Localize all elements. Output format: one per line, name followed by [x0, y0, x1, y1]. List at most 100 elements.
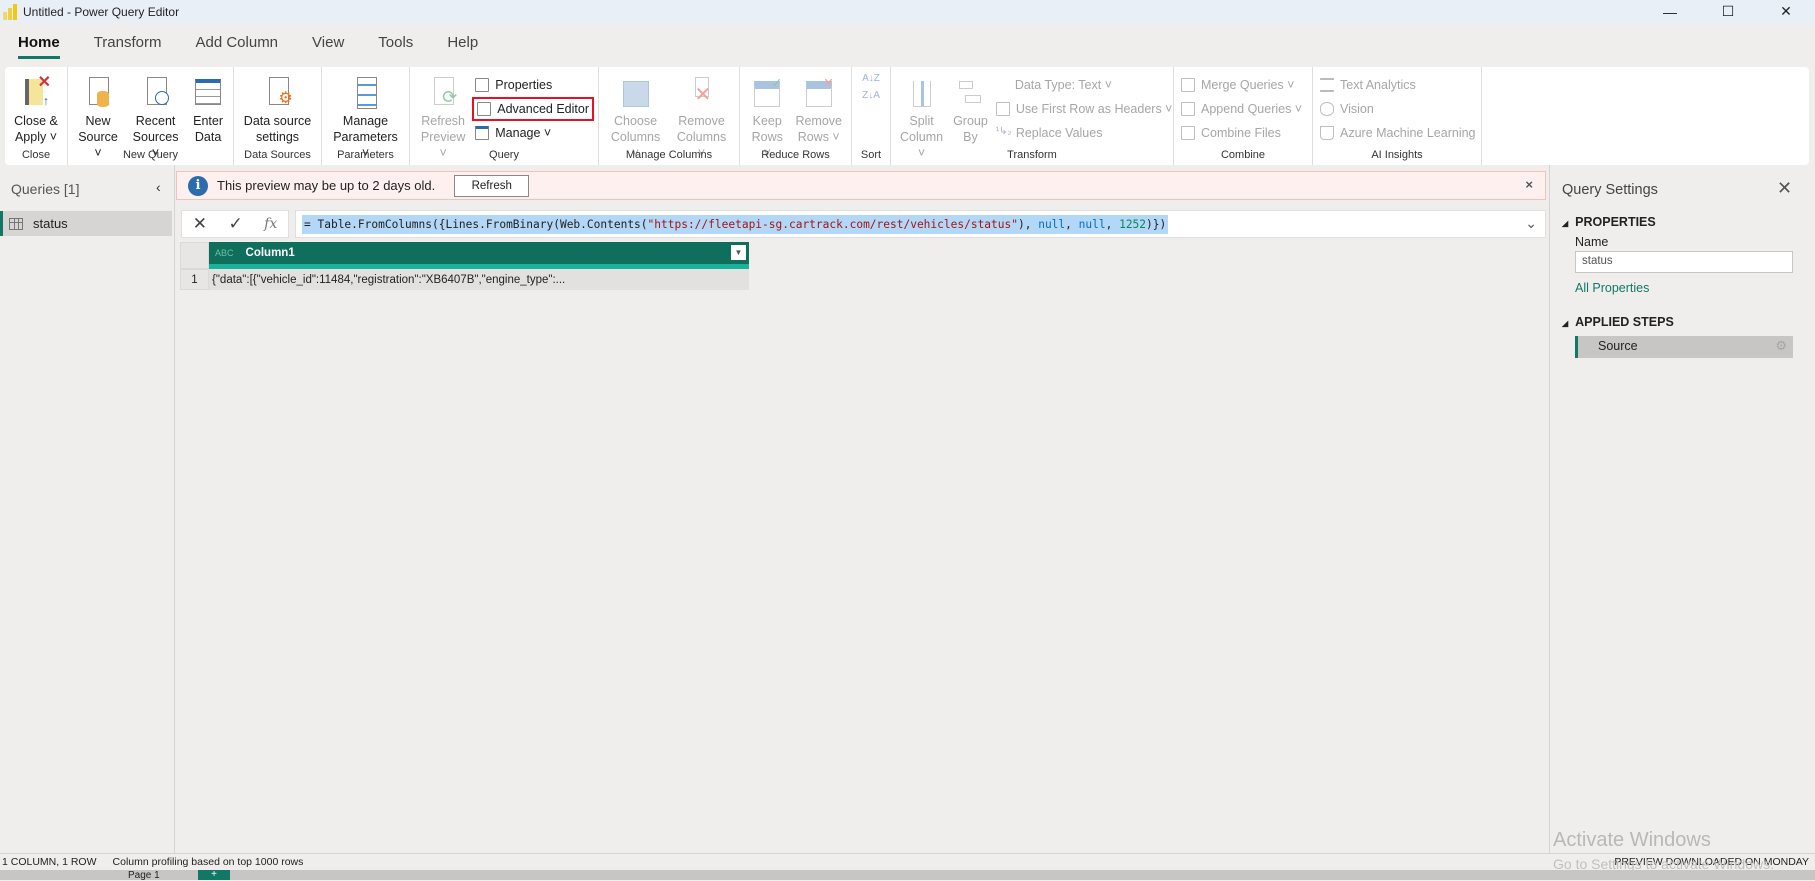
- group-parameters: Manage Parameters ˅ Parameters: [322, 67, 410, 165]
- all-properties-link[interactable]: All Properties: [1575, 281, 1649, 295]
- query-item-status[interactable]: status: [0, 211, 172, 236]
- formula-text[interactable]: = Table.FromColumns({Lines.FromBinary(We…: [302, 214, 1169, 234]
- keep-rows-icon: ✓: [752, 76, 782, 109]
- properties-section[interactable]: ◢ PROPERTIES: [1562, 215, 1656, 229]
- group-close: ✕ ↑ Close & Apply ˅ Close: [5, 67, 68, 165]
- group-transform: Split Column ˅ Group By Data Type: Text …: [891, 67, 1174, 165]
- manage-table-icon: [475, 126, 490, 140]
- status-bar: 1 COLUMN, 1 ROW Column profiling based o…: [0, 853, 1815, 870]
- table-icon: [9, 217, 23, 230]
- eye-icon: [1320, 102, 1334, 116]
- group-data-sources: ⚙ Data source settings Data Sources: [234, 67, 322, 165]
- remove-columns-icon: ✕: [687, 77, 717, 109]
- properties-icon: [475, 78, 490, 92]
- tab-tools[interactable]: Tools: [374, 31, 431, 59]
- tab-view[interactable]: View: [308, 31, 362, 59]
- minimize-button[interactable]: —: [1641, 0, 1699, 23]
- use-first-row-headers-button[interactable]: Use First Row as Headers ˅: [993, 97, 1176, 121]
- vision-button[interactable]: Vision: [1317, 97, 1479, 121]
- combine-files-button[interactable]: Combine Files: [1178, 121, 1305, 145]
- sort-ascending-button[interactable]: A↓Z: [862, 73, 880, 84]
- tab-transform[interactable]: Transform: [90, 31, 180, 59]
- merge-queries-button[interactable]: Merge Queries ˅: [1178, 73, 1305, 97]
- split-column-icon: [907, 77, 937, 109]
- table-menu-button[interactable]: [180, 242, 209, 269]
- column-filter-dropdown-icon[interactable]: ▼: [731, 245, 746, 260]
- page-tabs-strip: Page 1 +: [0, 870, 1815, 881]
- group-ai-insights: Text Analytics Vision Azure Machine Lear…: [1313, 67, 1482, 165]
- replace-values-button[interactable]: ¹↳₂ Replace Values: [993, 121, 1176, 145]
- ribbon: ✕ ↑ Close & Apply ˅ Close New Source ˅ Re…: [5, 67, 1809, 165]
- group-sort: A↓Z Z↓A Sort: [852, 67, 891, 165]
- tab-help[interactable]: Help: [443, 31, 496, 59]
- collapse-queries-button[interactable]: ‹: [156, 179, 161, 195]
- group-manage-columns: Choose Columns ˅ ✕ Remove Columns ˅ Manag…: [599, 67, 740, 165]
- append-icon: [1181, 102, 1195, 116]
- window-title: Untitled - Power Query Editor: [23, 4, 180, 19]
- append-queries-button[interactable]: Append Queries ˅: [1178, 97, 1305, 121]
- parameters-icon: [351, 77, 381, 109]
- queries-pane: Queries [1] ‹ status: [0, 165, 175, 853]
- table-icon: [193, 77, 223, 109]
- collapse-triangle-icon: ◢: [1562, 219, 1569, 228]
- refresh-button[interactable]: Refresh: [454, 174, 530, 197]
- refresh-icon: ⟳: [428, 77, 458, 109]
- azure-ml-button[interactable]: Azure Machine Learning: [1317, 121, 1479, 145]
- query-name-input[interactable]: status: [1575, 251, 1793, 273]
- table-cell[interactable]: {"data":[{"vehicle_id":11484,"registrati…: [209, 269, 749, 290]
- recent-sources-icon: [141, 77, 171, 109]
- tab-add-column[interactable]: Add Column: [191, 31, 296, 59]
- data-source-settings-icon: ⚙: [263, 77, 293, 109]
- page-tab[interactable]: Page 1: [128, 870, 160, 881]
- combine-files-icon: [1181, 126, 1195, 140]
- close-apply-icon: ✕ ↑: [21, 75, 51, 109]
- group-reduce-rows: ✓ Keep Rows ˅ ✕ Remove Rows ˅ Reduce Rows: [740, 67, 852, 165]
- query-settings-title: Query Settings: [1562, 182, 1658, 198]
- group-by-icon: [955, 77, 985, 109]
- maximize-button[interactable]: ☐: [1699, 0, 1757, 23]
- advanced-editor-icon: [477, 102, 492, 116]
- power-bi-logo-icon: [3, 3, 19, 20]
- group-new-query: New Source ˅ Recent Sources ˅ Enter Data…: [68, 67, 234, 165]
- cancel-formula-icon[interactable]: ✕: [193, 214, 207, 234]
- new-source-icon: [83, 77, 113, 109]
- applied-step-source[interactable]: Source ⚙: [1575, 336, 1793, 358]
- collapse-triangle-icon: ◢: [1562, 319, 1569, 328]
- dismiss-notice-icon[interactable]: ×: [1525, 177, 1533, 192]
- query-settings-pane: Query Settings ✕ ◢ PROPERTIES Name status…: [1549, 165, 1815, 853]
- title-bar: Untitled - Power Query Editor — ☐ ✕: [0, 0, 1815, 23]
- formula-bar[interactable]: = Table.FromColumns({Lines.FromBinary(We…: [295, 210, 1546, 238]
- manage-button[interactable]: Manage ˅: [472, 121, 594, 145]
- formula-buttons: ✕ ✓ fx: [181, 210, 289, 238]
- ribbon-tabs: Home Transform Add Column View Tools Hel…: [0, 31, 508, 59]
- activate-windows-watermark: Activate Windows: [1553, 829, 1711, 851]
- expand-formula-icon[interactable]: ⌄: [1525, 215, 1537, 232]
- info-icon: i: [188, 175, 208, 196]
- add-page-button[interactable]: +: [198, 870, 230, 880]
- commit-formula-icon[interactable]: ✓: [228, 214, 242, 234]
- text-type-icon[interactable]: ABC: [215, 248, 234, 258]
- sort-descending-button[interactable]: Z↓A: [862, 90, 880, 101]
- properties-button[interactable]: Properties: [472, 73, 594, 97]
- close-settings-icon[interactable]: ✕: [1777, 178, 1792, 199]
- flask-icon: [1320, 126, 1334, 140]
- table-headers-icon: [995, 102, 1010, 116]
- queries-header: Queries [1]: [11, 181, 80, 197]
- data-type-dropdown[interactable]: Data Type: Text ˅: [993, 73, 1176, 97]
- column-header-column1[interactable]: ABC Column1 ▼: [209, 242, 749, 264]
- preview-notice-bar: i This preview may be up to 2 days old. …: [176, 171, 1546, 200]
- status-profiling[interactable]: Column profiling based on top 1000 rows: [113, 856, 304, 868]
- tab-home[interactable]: Home: [14, 31, 78, 59]
- group-query: ⟳ Refresh Preview ˅ Properties Advanced E…: [410, 67, 599, 165]
- fx-icon[interactable]: fx: [264, 216, 277, 232]
- row-number: 1: [180, 269, 209, 290]
- text-analytics-icon: [1320, 78, 1334, 92]
- applied-steps-section[interactable]: ◢ APPLIED STEPS: [1562, 315, 1674, 329]
- merge-icon: [1181, 78, 1195, 92]
- gear-icon[interactable]: ⚙: [1775, 338, 1787, 354]
- status-columns-rows: 1 COLUMN, 1 ROW: [2, 856, 97, 868]
- close-window-button[interactable]: ✕: [1757, 0, 1815, 23]
- choose-columns-icon: [621, 77, 651, 109]
- advanced-editor-button[interactable]: Advanced Editor: [472, 97, 594, 121]
- text-analytics-button[interactable]: Text Analytics: [1317, 73, 1479, 97]
